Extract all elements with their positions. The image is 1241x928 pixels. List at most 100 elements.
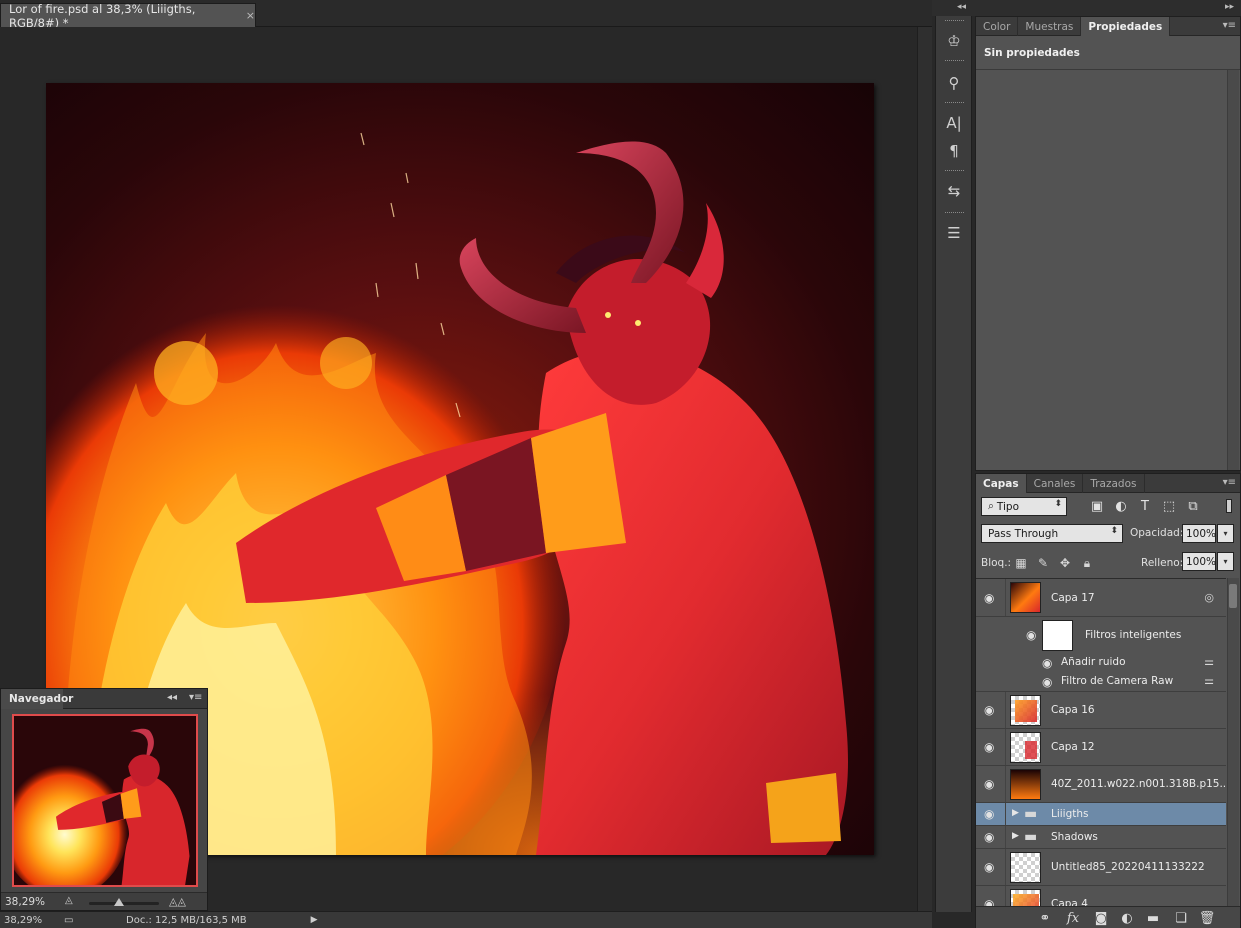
layer-name: Capa 16 [1051, 704, 1095, 716]
opacity-input[interactable]: 100% [1182, 524, 1216, 543]
fill-input[interactable]: 100% [1182, 552, 1216, 571]
dock-grip[interactable] [945, 20, 964, 23]
status-zoom[interactable]: 38,29% [4, 915, 44, 926]
close-document-icon[interactable]: × [246, 9, 255, 22]
tab-properties[interactable]: Propiedades [1081, 17, 1171, 36]
character-icon[interactable]: A| [942, 112, 966, 134]
layer-group-row[interactable]: ◉ ▶ ▬ Shadows [976, 826, 1226, 849]
zoom-slider-track[interactable] [89, 902, 159, 905]
dock-grip[interactable] [945, 212, 964, 215]
dock-grip[interactable] [945, 60, 964, 63]
layer-row[interactable]: ◉ Capa 16 [976, 692, 1226, 729]
layer-row[interactable]: ◉ 40Z_2011.w022.n001.318B.p15.... [976, 766, 1226, 803]
search-icon: ⌕ [988, 500, 994, 512]
layers-footer: ⚭ fx ◙ ◐ ▬ ❏ 🗑︎ [976, 906, 1240, 928]
lock-transparency-icon[interactable]: ▦ [1014, 556, 1028, 570]
opacity-dropdown-arrow-icon[interactable]: ▾ [1217, 524, 1234, 543]
eye-icon[interactable]: ◉ [984, 861, 1000, 873]
layers-scrollbar[interactable] [1227, 578, 1239, 906]
layer-name: Capa 12 [1051, 741, 1095, 753]
tab-layers[interactable]: Capas [976, 474, 1027, 493]
add-mask-icon[interactable]: ◙ [1092, 910, 1110, 926]
adjustments-icon[interactable]: ☰ [942, 222, 966, 244]
lock-image-pixels-icon[interactable]: ✎ [1036, 556, 1050, 570]
clone-source-icon[interactable]: ⇆ [942, 180, 966, 202]
blend-mode-dropdown[interactable]: Pass Through ⬍ [981, 524, 1123, 543]
link-layers-icon[interactable]: ⚭ [1036, 910, 1054, 926]
zoom-slider-handle[interactable] [114, 898, 124, 906]
folder-icon: ▬ [1024, 806, 1038, 822]
fill-dropdown-arrow-icon[interactable]: ▾ [1217, 552, 1234, 571]
eye-icon[interactable]: ◉ [1042, 676, 1058, 688]
layer-group-row[interactable]: ◉ ▶ ▬ Liiigths [976, 803, 1226, 826]
layer-row[interactable]: ◉ Capa 12 [976, 729, 1226, 766]
collapse-dock-icon[interactable]: ◂◂ [957, 2, 966, 12]
eye-icon[interactable]: ◉ [1042, 657, 1058, 669]
brush-presets-icon[interactable]: ⚲ [942, 72, 966, 94]
layer-name: 40Z_2011.w022.n001.318B.p15.... [1051, 778, 1226, 790]
layer-row[interactable]: ◉ Capa 17 ◎ [976, 579, 1226, 617]
panel-icon-dock: ♔ ⚲ A| ¶ ⇆ ☰ [935, 16, 972, 912]
panel-menu-icon[interactable]: ▾≡ [189, 692, 202, 703]
eye-icon[interactable]: ◉ [1026, 629, 1042, 641]
dock-grip[interactable] [945, 170, 964, 173]
layer-thumbnail [1010, 769, 1041, 800]
eye-icon[interactable]: ◉ [984, 592, 1000, 604]
expand-arrow-icon[interactable]: ▶ [1012, 831, 1019, 841]
eye-icon[interactable]: ◉ [984, 704, 1000, 716]
zoom-out-icon[interactable]: ◬ [65, 895, 73, 906]
filter-adjustment-icon[interactable]: ◐ [1113, 498, 1129, 514]
filter-toggle-switch[interactable] [1226, 499, 1232, 513]
collapse-icon[interactable]: ◂◂ [167, 692, 177, 703]
paragraph-icon[interactable]: ¶ [942, 140, 966, 162]
layer-row[interactable]: ◉ Filtros inteligentes [976, 617, 1226, 653]
eye-icon[interactable]: ◉ [984, 808, 1000, 820]
filter-options-icon[interactable]: ⚌ [1204, 674, 1214, 687]
navigator-preview[interactable] [12, 714, 198, 887]
eye-icon[interactable]: ◉ [984, 741, 1000, 753]
navigator-zoom-value[interactable]: 38,29% [5, 896, 45, 908]
layer-row[interactable]: ◉ Capa 4 [976, 886, 1226, 906]
dock-grip[interactable] [945, 102, 964, 105]
filter-type-icon[interactable]: T [1137, 498, 1153, 514]
eye-icon[interactable]: ◉ [984, 831, 1000, 843]
tab-color[interactable]: Color [976, 17, 1019, 36]
filter-options-icon[interactable]: ⚌ [1204, 655, 1214, 668]
layer-list: ◉ Capa 17 ◎ ◉ Filtros inteligentes ◉ Aña… [976, 578, 1226, 906]
smart-filter-mask-thumbnail[interactable] [1042, 620, 1073, 651]
lock-all-icon[interactable]: 🔒︎ [1080, 556, 1094, 570]
new-layer-icon[interactable]: ❏ [1172, 910, 1190, 926]
navigator-tab[interactable]: Navegador [1, 689, 73, 709]
new-adjustment-layer-icon[interactable]: ◐ [1118, 910, 1136, 926]
filter-shape-icon[interactable]: ⬚ [1161, 498, 1177, 514]
new-group-icon[interactable]: ▬ [1144, 910, 1162, 926]
layer-row[interactable]: ◉ Añadir ruido ⚌ [976, 653, 1226, 672]
lock-position-icon[interactable]: ✥ [1058, 556, 1072, 570]
layer-filter-dropdown[interactable]: ⌕ Tipo ⬍ [981, 497, 1067, 516]
status-menu-arrow-icon[interactable]: ▶ [311, 915, 318, 925]
tab-swatches[interactable]: Muestras [1018, 17, 1082, 36]
panel-menu-icon[interactable]: ▾≡ [1223, 477, 1236, 488]
properties-scrollbar[interactable] [1227, 70, 1239, 470]
panel-menu-icon[interactable]: ▾≡ [1223, 20, 1236, 31]
layer-style-fx-icon[interactable]: fx [1064, 910, 1082, 926]
layer-row[interactable]: ◉ Filtro de Camera Raw ⚌ [976, 672, 1226, 692]
layer-filter-value: Tipo [996, 500, 1019, 513]
filter-pixel-icon[interactable]: ▣ [1089, 498, 1105, 514]
eye-icon[interactable]: ◉ [984, 898, 1000, 906]
zoom-in-icon[interactable]: ◬◬ [169, 895, 186, 908]
eye-icon[interactable]: ◉ [984, 778, 1000, 790]
expand-dock-icon[interactable]: ▸▸ [1225, 2, 1234, 12]
folder-icon: ▬ [1024, 829, 1038, 845]
expand-arrow-icon[interactable]: ▶ [1012, 808, 1019, 818]
status-export-icon[interactable]: ▭ [64, 915, 74, 926]
tab-paths[interactable]: Trazados [1083, 474, 1145, 493]
filter-smart-object-icon[interactable]: ⧉ [1185, 498, 1201, 514]
layers-scrollbar-thumb[interactable] [1229, 584, 1237, 608]
document-tab[interactable]: Lor of fire.psd al 38,3% (Liiigths, RGB/… [0, 2, 256, 30]
delete-layer-icon[interactable]: 🗑︎ [1198, 910, 1216, 926]
tab-channels[interactable]: Canales [1027, 474, 1084, 493]
layer-row[interactable]: ◉ Untitled85_20220411133222 [976, 849, 1226, 886]
canvas-vertical-scrollbar[interactable] [917, 27, 932, 911]
history-icon[interactable]: ♔ [942, 30, 966, 52]
